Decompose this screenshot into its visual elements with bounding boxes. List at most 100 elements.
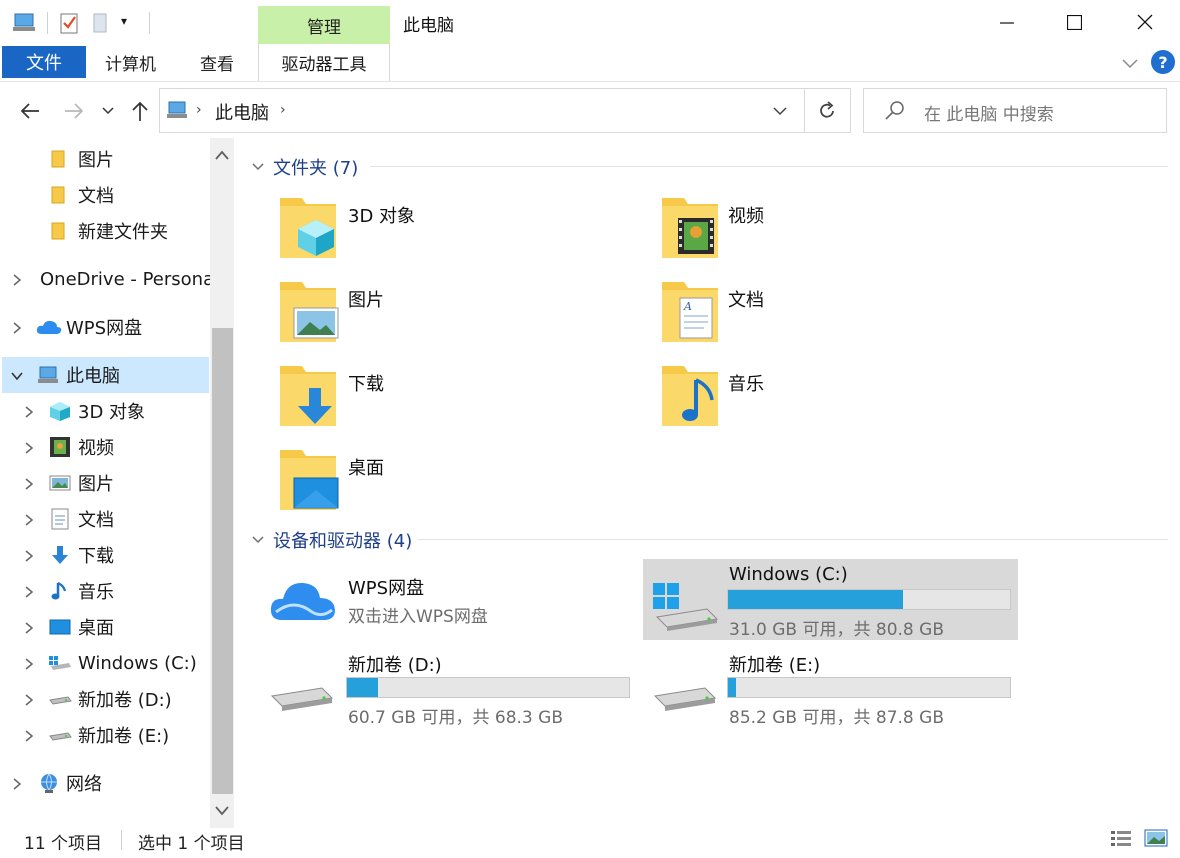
drive-tile-d[interactable]: 新加卷 (D:) 60.7 GB 可用，共 68.3 GB [262,648,632,728]
folder-tile-documents[interactable]: A 文档 [650,274,1010,352]
chevron-right-icon[interactable] [22,477,36,491]
search-input[interactable]: 在 此电脑 中搜索 [924,100,1054,125]
nav-item-label: 下载 [78,546,114,567]
folder-icon [51,150,65,168]
back-button[interactable] [14,96,46,126]
chevron-right-icon[interactable] [22,657,36,671]
drive-free-space: 85.2 GB 可用，共 87.8 GB [729,708,944,728]
properties-icon[interactable] [60,12,80,34]
hard-drive-icon [49,696,72,705]
nav-item-downloads[interactable]: 下载 [48,537,210,573]
nav-item-new-folder[interactable]: 新建文件夹 [50,213,210,249]
drive-usage-bar [727,589,1011,610]
chevron-right-icon[interactable] [22,441,36,455]
hard-drive-icon [49,732,72,741]
nav-item-3d-objects[interactable]: 3D 对象 [48,393,210,429]
new-folder-icon[interactable] [93,12,109,34]
minimize-button[interactable] [972,0,1042,44]
nav-item-label: 音乐 [78,582,114,603]
tab-manage[interactable]: 管理 [258,6,390,44]
details-view-icon[interactable] [1110,829,1132,851]
nav-item-drive-c[interactable]: Windows (C:) [48,645,210,681]
close-button[interactable] [1110,0,1180,44]
chevron-right-icon[interactable] [10,777,24,791]
nav-item-pictures-quick[interactable]: 图片 [50,141,210,177]
computer-icon [166,101,190,125]
drive-usage-fill [728,590,903,609]
chevron-right-icon[interactable] [22,549,36,563]
chevron-right-icon[interactable] [10,273,24,287]
computer-icon[interactable] [12,12,38,34]
folder-tile-downloads[interactable]: 下载 [270,358,630,436]
expand-ribbon-icon[interactable] [1120,53,1140,77]
folder-label: 图片 [348,290,384,311]
forward-button[interactable] [58,96,90,126]
tab-computer[interactable]: 计算机 [105,46,156,78]
nav-item-label: WPS网盘 [66,318,143,339]
window-title: 此电脑 [403,16,454,36]
maximize-icon [1066,14,1082,30]
customize-toolbar-icon[interactable]: ▾ [121,14,127,28]
folder-tile-music[interactable]: 音乐 [650,358,1010,436]
breadcrumb-chevron-icon[interactable]: › [196,102,202,118]
refresh-button[interactable] [816,100,838,126]
collapse-group-icon[interactable] [251,158,265,177]
nav-item-pictures[interactable]: 图片 [48,465,210,501]
tab-file[interactable]: 文件 [2,46,86,78]
nav-item-drive-e[interactable]: 新加卷 (E:) [48,717,210,753]
tab-drive-tools[interactable]: 驱动器工具 [258,44,390,81]
nav-scrollbar-thumb[interactable] [212,328,233,794]
chevron-right-icon[interactable] [22,693,36,707]
folder-tile-pictures[interactable]: 图片 [270,274,630,352]
help-icon[interactable]: ? [1151,50,1175,74]
address-history-dropdown[interactable] [772,103,788,122]
chevron-down-icon[interactable] [10,369,24,383]
large-icons-view-icon[interactable] [1144,828,1168,852]
nav-item-videos[interactable]: 视频 [48,429,210,465]
video-folder-icon [662,198,718,258]
folder-tile-videos[interactable]: 视频 [650,190,1010,268]
group-divider [370,166,1168,167]
nav-item-label: Windows (C:) [78,652,197,674]
drive-tile-e[interactable]: 新加卷 (E:) 85.2 GB 可用，共 87.8 GB [643,648,1018,728]
tab-view[interactable]: 查看 [200,46,234,78]
drive-tile-wps[interactable]: WPS网盘 双击进入WPS网盘 [262,562,632,640]
folder-label: 音乐 [728,374,764,395]
breadcrumb-chevron-icon[interactable]: › [280,102,286,118]
picture-icon [49,475,71,491]
chevron-right-icon[interactable] [22,729,36,743]
folder-tile-desktop[interactable]: 桌面 [270,442,630,520]
scroll-up-icon[interactable] [214,146,230,165]
drive-tile-c[interactable]: Windows (C:) 31.0 GB 可用，共 80.8 GB [643,559,1018,640]
maximize-button[interactable] [1039,0,1109,44]
nav-item-this-pc[interactable]: 此电脑 [36,357,210,393]
video-film-icon [50,437,70,457]
devices-group-header[interactable]: 设备和驱动器 (4) [273,527,412,553]
scroll-down-icon[interactable] [214,802,230,821]
nav-item-label: 文档 [78,186,114,207]
chevron-right-icon[interactable] [22,513,36,527]
folder-tile-3d-objects[interactable]: 3D 对象 [270,190,630,268]
chevron-right-icon[interactable] [10,321,24,335]
nav-item-network[interactable]: 网络 [36,765,210,801]
collapse-group-icon[interactable] [251,531,265,550]
nav-item-desktop[interactable]: 桌面 [48,609,210,645]
minimize-icon [1000,22,1014,24]
address-bar[interactable]: › 此电脑 › [159,88,851,133]
chevron-right-icon[interactable] [22,405,36,419]
nav-item-onedrive[interactable]: OneDrive - Personal [36,261,210,297]
folders-group-header[interactable]: 文件夹 (7) [273,154,358,180]
hard-drive-icon [653,687,717,711]
drive-label: 新加卷 (D:) [348,655,442,676]
up-button[interactable] [124,96,156,126]
nav-item-documents[interactable]: 文档 [48,501,210,537]
breadcrumb-this-pc[interactable]: 此电脑 [215,99,269,125]
chevron-right-icon[interactable] [22,585,36,599]
nav-item-documents-quick[interactable]: 文档 [50,177,210,213]
chevron-right-icon[interactable] [22,621,36,635]
nav-item-drive-d[interactable]: 新加卷 (D:) [48,681,210,717]
search-box[interactable]: 在 此电脑 中搜索 [863,88,1167,133]
recent-locations-button[interactable] [98,96,118,126]
nav-item-wps[interactable]: WPS网盘 [36,309,210,345]
nav-item-music[interactable]: 音乐 [48,573,210,609]
